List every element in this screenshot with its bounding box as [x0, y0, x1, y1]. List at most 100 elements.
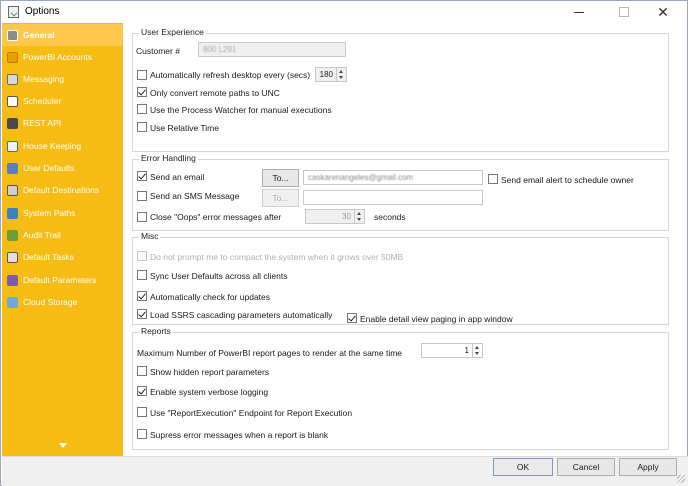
verbose-logging-checkbox[interactable] — [137, 386, 147, 396]
email-to-button[interactable]: To... — [262, 169, 299, 187]
auto-refresh-stepper[interactable]: 180 — [315, 67, 347, 82]
globe-icon — [7, 207, 18, 219]
relative-time-checkbox[interactable] — [137, 122, 147, 132]
sidebar-item-label: Default Tasks — [23, 252, 74, 262]
unc-label: Only convert remote paths to UNC — [150, 88, 280, 98]
parameters-icon — [7, 274, 18, 286]
hidden-params-checkbox[interactable] — [137, 366, 147, 376]
title-bar: Options ✕ — [1, 1, 687, 23]
sync-defaults-checkbox[interactable] — [137, 270, 147, 280]
verbose-logging-label: Enable system verbose logging — [150, 387, 269, 397]
sidebar-item-label: Default Destinations — [23, 185, 100, 195]
report-execution-checkbox[interactable] — [137, 407, 147, 417]
sidebar-item-label: Cloud Storage — [23, 297, 78, 307]
general-icon — [7, 29, 18, 41]
close-oops-label: Close "Oops" error messages after — [150, 212, 282, 222]
sidebar-item-label: PowerBI Accounts — [23, 52, 92, 62]
spin-arrows-icon[interactable] — [336, 68, 346, 81]
send-sms-label: Send an SMS Message — [150, 191, 240, 201]
max-pages-stepper[interactable]: 1 — [421, 343, 483, 358]
alert-owner-checkbox[interactable] — [488, 174, 498, 184]
sidebar-item-label: Default Parameters — [23, 275, 97, 285]
group-title: Error Handling — [139, 153, 198, 163]
resize-grip-icon[interactable] — [677, 475, 685, 483]
check-updates-label: Automatically check for updates — [150, 292, 271, 302]
seconds-label: seconds — [374, 212, 406, 222]
group-title: Reports — [139, 326, 173, 336]
compact-prompt-label: Do not prompt me to compact the system w… — [150, 252, 404, 262]
max-pages-label: Maximum Number of PowerBI report pages t… — [137, 348, 403, 358]
sidebar-item-house-keeping[interactable]: House Keeping — [2, 135, 123, 157]
sidebar-item-label: Scheduler — [23, 96, 62, 106]
audit-icon — [7, 229, 18, 241]
report-execution-label: Use "ReportExecution" Endpoint for Repor… — [150, 408, 353, 418]
send-sms-checkbox[interactable] — [137, 191, 147, 201]
sidebar-item-label: Messaging — [23, 74, 65, 84]
customer-number-field[interactable]: 800 L291 — [198, 42, 346, 57]
sidebar-item-default-tasks[interactable]: Default Tasks — [2, 246, 123, 268]
sidebar-item-label: User Defaults — [23, 163, 75, 173]
auto-refresh-checkbox[interactable] — [137, 70, 147, 80]
sidebar-item-default-destinations[interactable]: Default Destinations — [2, 179, 123, 201]
compact-prompt-checkbox[interactable] — [137, 251, 147, 261]
suppress-errors-label: Supress error messages when a report is … — [150, 430, 329, 440]
sidebar-item-messaging[interactable]: Messaging — [2, 68, 123, 90]
tasks-icon — [7, 251, 18, 263]
destination-icon — [7, 184, 18, 196]
unc-checkbox[interactable] — [137, 87, 147, 97]
sms-to-button[interactable]: To... — [262, 189, 299, 207]
customer-label: Customer # — [136, 46, 180, 56]
sidebar-item-scheduler[interactable]: Scheduler — [2, 90, 123, 112]
sidebar-item-powerbi-accounts[interactable]: PowerBI Accounts — [2, 46, 123, 68]
user-icon — [7, 162, 18, 174]
send-email-checkbox[interactable] — [137, 171, 147, 181]
auto-refresh-label: Automatically refresh desktop every (sec… — [150, 70, 311, 80]
close-oops-stepper[interactable]: 30 — [305, 209, 365, 224]
minimize-button[interactable] — [562, 1, 596, 23]
group-title: User Experience — [139, 27, 206, 37]
sidebar-item-label: House Keeping — [23, 141, 82, 151]
sidebar-item-user-defaults[interactable]: User Defaults — [2, 157, 123, 179]
powerbi-icon — [7, 51, 18, 63]
suppress-errors-checkbox[interactable] — [137, 429, 147, 439]
window-title: Options — [25, 6, 60, 17]
sidebar-item-label: REST API — [23, 118, 62, 128]
detail-paging-label: Enable detail view paging in app window — [360, 314, 513, 324]
sidebar-item-default-parameters[interactable]: Default Parameters — [2, 269, 123, 291]
sms-number-field[interactable] — [303, 190, 483, 205]
options-window: Options ✕ General PowerBI Accounts Messa… — [0, 0, 688, 486]
detail-paging-checkbox[interactable] — [347, 313, 357, 323]
ok-button[interactable]: OK — [493, 458, 553, 476]
sync-defaults-label: Sync User Defaults across all clients — [150, 271, 288, 281]
spin-arrows-icon[interactable] — [354, 210, 364, 223]
sidebar-item-audit-trail[interactable]: Audit Trail — [2, 224, 123, 246]
send-email-label: Send an email — [150, 172, 205, 182]
close-oops-checkbox[interactable] — [137, 212, 147, 222]
relative-time-label: Use Relative Time — [150, 123, 219, 133]
cloud-icon — [7, 296, 18, 308]
clock-icon — [7, 95, 18, 107]
group-title: Misc — [139, 231, 161, 241]
sidebar-item-general[interactable]: General — [2, 24, 123, 46]
maximize-button[interactable] — [607, 1, 641, 23]
alert-owner-label: Send email alert to schedule owner — [501, 175, 634, 185]
spin-arrows-icon[interactable] — [472, 344, 482, 357]
email-address-field[interactable]: caskarenangeles@gmail.com — [303, 170, 483, 185]
sidebar-item-rest-api[interactable]: REST API — [2, 112, 123, 134]
check-updates-checkbox[interactable] — [137, 291, 147, 301]
chevron-down-icon[interactable] — [59, 443, 67, 448]
sidebar-item-cloud-storage[interactable]: Cloud Storage — [2, 291, 123, 313]
cancel-button[interactable]: Cancel — [557, 458, 615, 476]
sidebar-item-label: General — [23, 30, 55, 40]
dialog-footer: OK Cancel Apply — [2, 456, 688, 486]
process-watcher-checkbox[interactable] — [137, 104, 147, 114]
sidebar-item-system-paths[interactable]: System Paths — [2, 202, 123, 224]
api-icon — [7, 117, 18, 129]
apply-button[interactable]: Apply — [619, 458, 677, 476]
ssrs-cascading-label: Load SSRS cascading parameters automatic… — [150, 310, 333, 320]
ssrs-cascading-checkbox[interactable] — [137, 309, 147, 319]
housekeeping-icon — [7, 140, 18, 152]
sidebar-item-label: Audit Trail — [23, 230, 61, 240]
sidebar-item-label: System Paths — [23, 208, 76, 218]
close-button[interactable]: ✕ — [646, 1, 680, 23]
